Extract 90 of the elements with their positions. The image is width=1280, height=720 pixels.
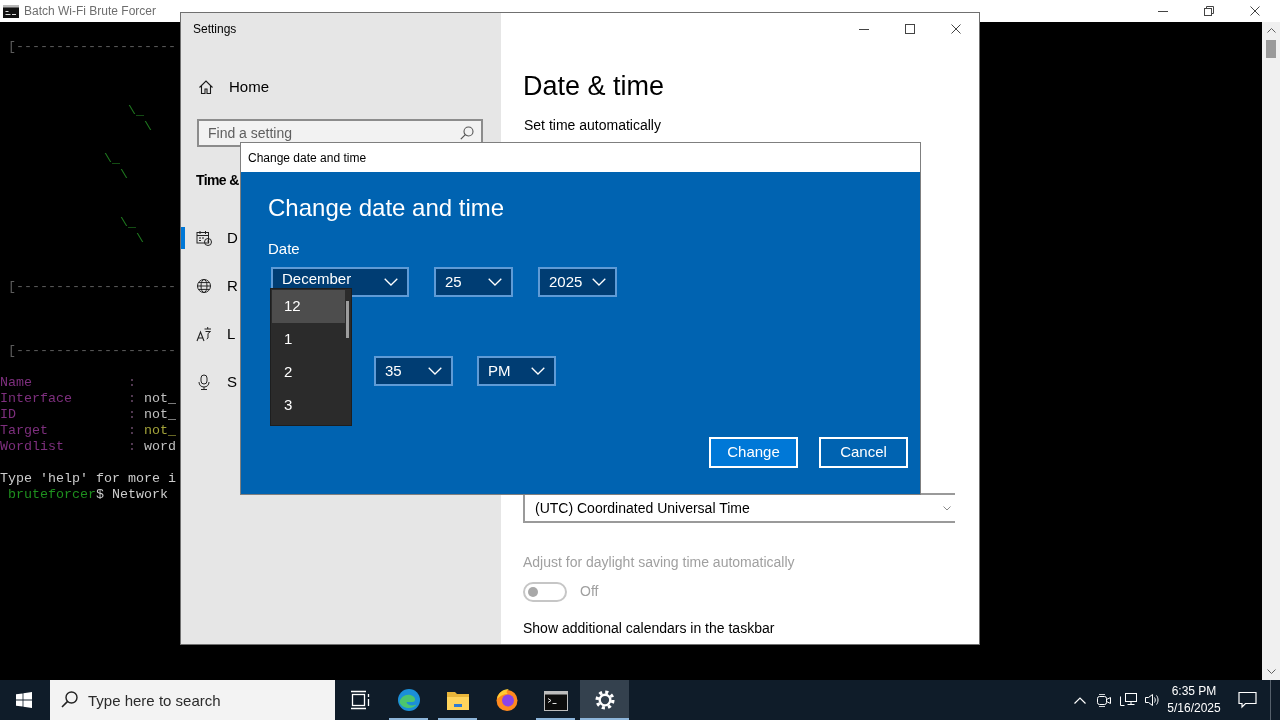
field-label: Name xyxy=(0,375,32,390)
close-icon xyxy=(1250,6,1260,16)
change-button[interactable]: Change xyxy=(709,437,798,468)
chevron-down-icon xyxy=(592,278,606,286)
maximize-icon xyxy=(905,24,915,34)
speaker-icon xyxy=(1144,692,1160,708)
scroll-down-icon xyxy=(1266,669,1276,674)
taskbar-clock[interactable]: 6:35 PM 5/16/2025 xyxy=(1164,680,1224,720)
colon-text: : xyxy=(128,375,136,391)
period-dropdown[interactable]: PM xyxy=(477,356,556,386)
ascii-art-text: \_ xyxy=(104,151,120,166)
taskbar-app-button[interactable] xyxy=(580,680,629,720)
dashed-rule-text: [-------------------- xyxy=(8,39,176,54)
language-icon xyxy=(196,326,212,342)
chevron-down-icon xyxy=(428,367,442,375)
colon-text: : xyxy=(128,391,136,407)
field-label: Interface xyxy=(0,391,72,406)
year-dropdown[interactable]: 2025 xyxy=(538,267,617,297)
search-icon xyxy=(61,691,78,708)
prompt-user: bruteforcer xyxy=(8,487,96,502)
dialog-heading: Change date and time xyxy=(268,193,505,223)
ascii-art-text: \ xyxy=(120,167,128,182)
microphone-icon xyxy=(196,374,212,390)
field-value: not_ xyxy=(144,407,176,423)
ascii-art-text: \ xyxy=(143,119,152,134)
minute-dropdown[interactable]: 35 xyxy=(374,356,453,386)
page-heading: Date & time xyxy=(523,70,665,103)
window-title: Batch Wi-Fi Brute Forcer xyxy=(24,3,157,20)
setting-label: Show additional calendars in the taskbar xyxy=(523,619,775,638)
ascii-art-text: \_ xyxy=(128,103,144,118)
chevron-down-icon xyxy=(943,505,951,511)
list-option[interactable]: 12 xyxy=(272,290,345,323)
home-icon xyxy=(198,79,214,95)
field-label: Wordlist xyxy=(0,439,64,454)
field-label: ID xyxy=(0,407,16,422)
colon-text: : xyxy=(128,423,136,439)
chevron-down-icon xyxy=(488,278,502,286)
scroll-up-icon xyxy=(1266,28,1276,33)
nav-item[interactable]: S xyxy=(181,358,239,406)
taskbar-search-field[interactable]: Type here to search xyxy=(50,680,335,720)
dashed-rule-text: [-------------------- xyxy=(8,279,176,294)
search-icon xyxy=(460,126,474,140)
setting-label: Adjust for daylight saving time automatically xyxy=(523,553,795,572)
toggle-state-label: Off xyxy=(580,582,599,601)
browser-icon xyxy=(396,688,421,712)
settings-icon xyxy=(593,689,616,711)
windows-logo-icon xyxy=(16,692,32,708)
folder-icon xyxy=(445,689,470,711)
nav-item[interactable]: D xyxy=(181,214,240,262)
field-label: Target xyxy=(0,423,48,438)
scroll-thumb[interactable] xyxy=(346,301,349,338)
dialog-title: Change date and time xyxy=(248,149,367,167)
scroll-thumb[interactable] xyxy=(1266,40,1276,58)
command-text: $ Network xyxy=(96,487,168,502)
network-icon xyxy=(1119,692,1137,708)
ascii-art-text: \_ xyxy=(120,215,136,230)
cancel-button[interactable]: Cancel xyxy=(819,437,908,468)
nav-item[interactable]: R xyxy=(181,262,240,310)
browser-icon xyxy=(494,688,519,712)
home-link[interactable]: Home xyxy=(181,67,275,107)
scrollbar[interactable] xyxy=(1262,22,1280,680)
chevron-down-icon xyxy=(531,367,545,375)
camera-icon xyxy=(1096,692,1112,708)
chevron-down-icon xyxy=(384,278,398,286)
section-heading: Time & xyxy=(196,171,239,190)
chevron-up-icon xyxy=(1074,696,1086,704)
close-icon xyxy=(951,24,961,34)
task-view-icon xyxy=(348,690,371,710)
calendar-clock-icon xyxy=(196,230,212,246)
field-label: Date xyxy=(268,239,300,259)
dashed-rule-text: [-------------------- xyxy=(8,343,176,358)
list-option[interactable]: 1 xyxy=(272,323,345,356)
field-value: not_ xyxy=(144,423,176,439)
day-dropdown[interactable]: 25 xyxy=(434,267,513,297)
colon-text: : xyxy=(128,439,136,455)
ascii-art-text: \ xyxy=(136,231,144,246)
console-app-icon xyxy=(3,4,19,18)
console-text: Type 'help' for more i xyxy=(0,471,176,486)
field-value: word xyxy=(144,439,176,455)
colon-text: : xyxy=(128,407,136,423)
window-title: Settings xyxy=(193,21,237,38)
restore-icon xyxy=(1204,6,1214,16)
globe-icon xyxy=(196,278,212,294)
list-option[interactable]: 3 xyxy=(272,389,345,422)
message-icon xyxy=(1237,691,1257,709)
terminal-icon xyxy=(543,689,568,711)
field-value: not_ xyxy=(144,391,176,407)
list-option[interactable]: 2 xyxy=(272,356,345,389)
setting-label: Set time automatically xyxy=(524,116,661,135)
nav-item[interactable]: L xyxy=(181,310,238,358)
